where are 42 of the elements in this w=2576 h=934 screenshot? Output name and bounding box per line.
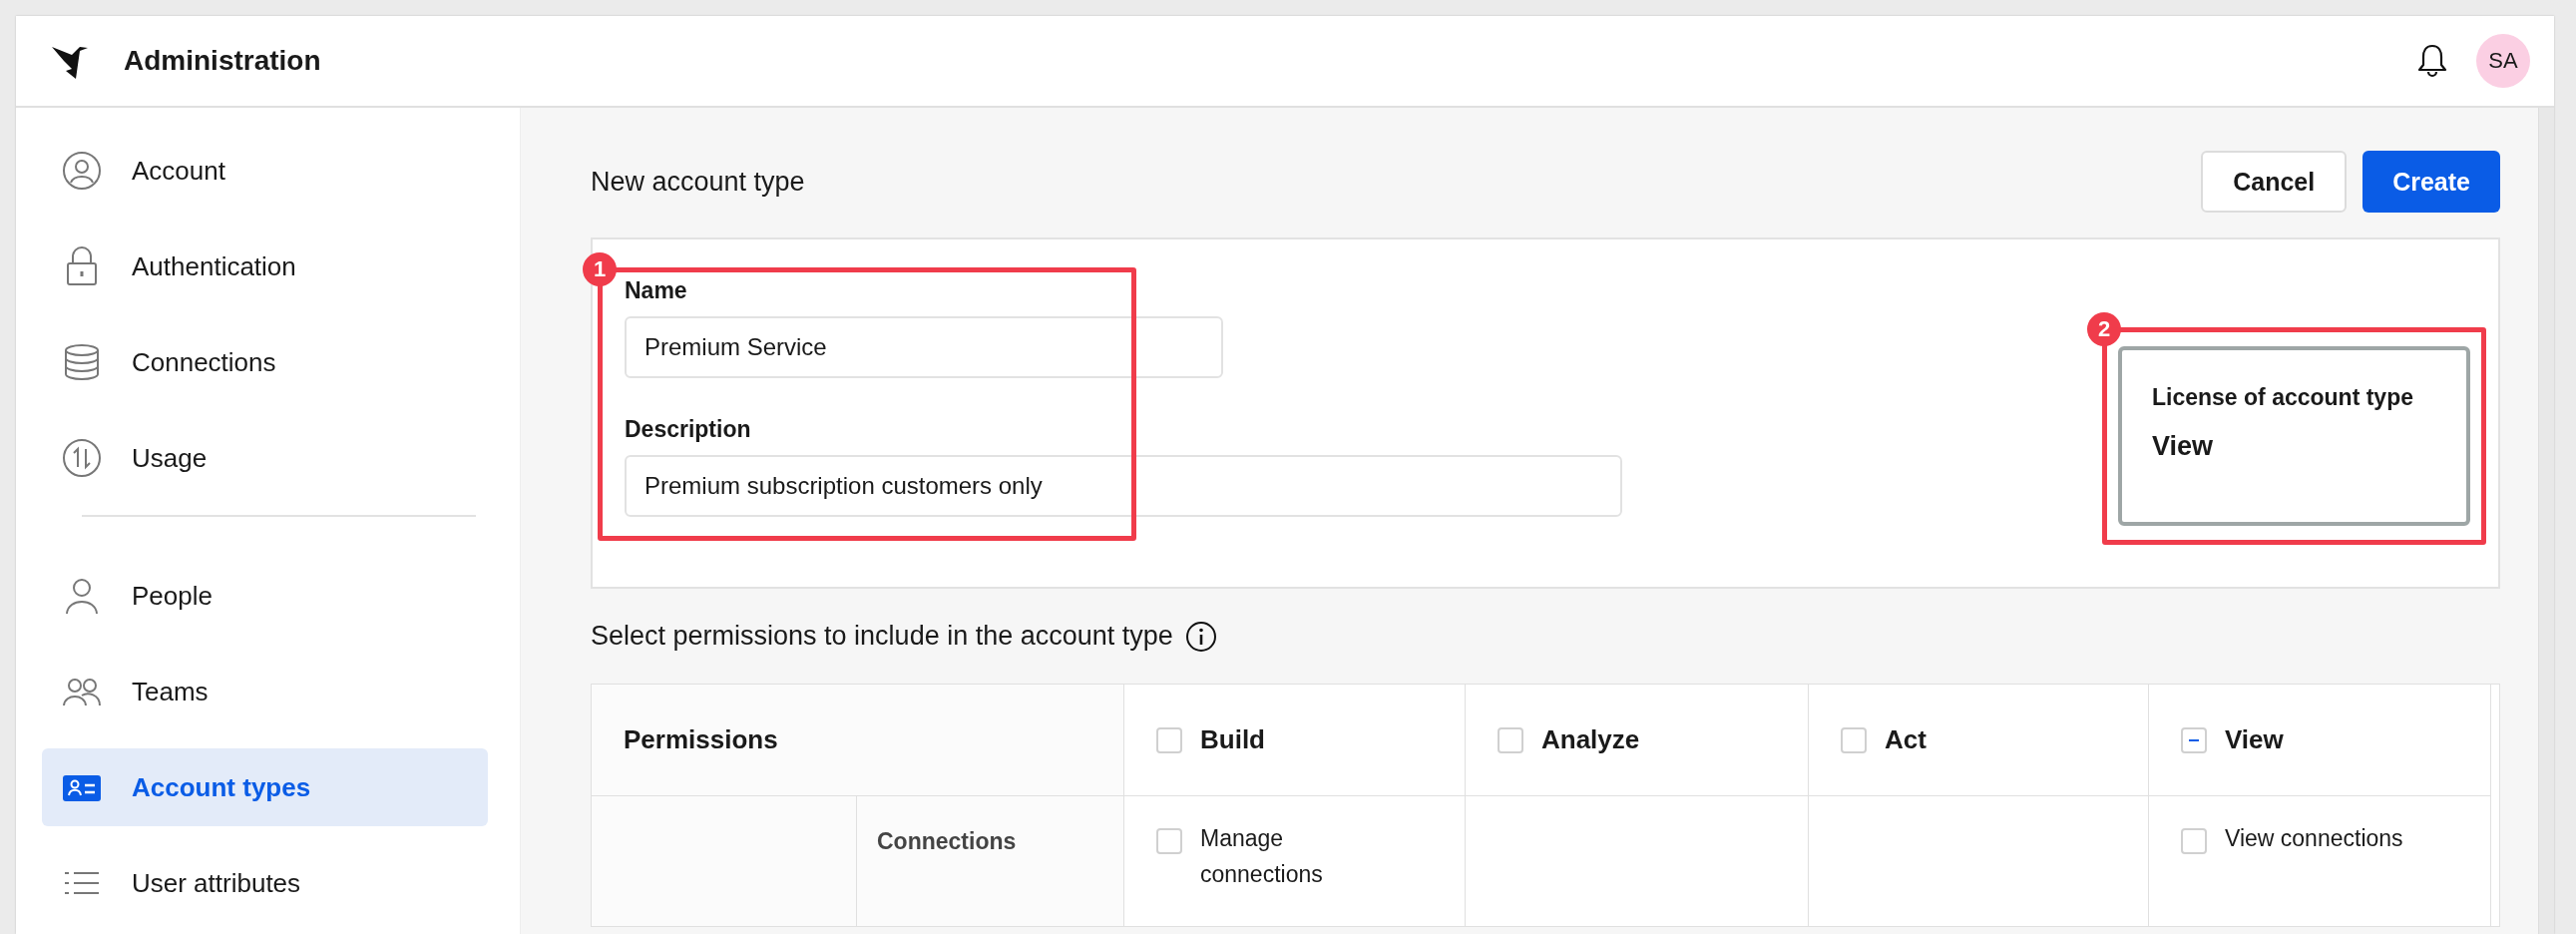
sidebar-item[interactable]: Account types (42, 748, 488, 826)
checkbox[interactable] (1156, 726, 1182, 753)
annotation-number: 1 (583, 252, 617, 286)
column-header: Act (1885, 724, 1927, 755)
sidebar-item[interactable]: People (42, 557, 488, 635)
permission-label: View connections (2225, 824, 2404, 853)
database-icon (62, 342, 102, 382)
notification-bell-icon[interactable] (2416, 43, 2448, 79)
sidebar-item[interactable]: Account (42, 132, 488, 210)
permission-label: Manage connections (1200, 824, 1324, 889)
sidebar-item[interactable]: Teams (42, 653, 488, 730)
input-field[interactable]: Premium subscription customers only (625, 455, 1622, 517)
checkbox[interactable] (2181, 726, 2207, 753)
input-field[interactable]: Premium Service (625, 316, 1223, 378)
scrollbar[interactable] (2538, 108, 2554, 934)
create-button[interactable]: Create (2362, 151, 2500, 213)
table-cell: Connections (857, 796, 1123, 926)
sidebar-item[interactable]: Connections (42, 323, 488, 401)
user-avatar[interactable]: SA (2476, 34, 2530, 88)
sidebar-item[interactable]: Usage (42, 419, 488, 497)
section-title: Select permissions to include in the account type (591, 621, 1173, 652)
page-title: New account type (591, 166, 805, 198)
column-header: Build (1200, 724, 1265, 755)
checkbox[interactable] (1498, 726, 1523, 753)
license-label: License of account type (2152, 384, 2414, 411)
checkbox[interactable] (1156, 828, 1182, 854)
column-header: Permissions (592, 685, 1124, 796)
arrows-circle-icon (62, 438, 102, 478)
field-label: Name (625, 277, 688, 304)
checkbox[interactable] (1841, 726, 1867, 753)
column-header: View (2225, 724, 2284, 755)
info-icon[interactable] (1184, 620, 1217, 653)
person-circle-icon (62, 151, 102, 191)
field-label: Description (625, 416, 752, 443)
license-value: View (2152, 431, 2215, 462)
column-header: Analyze (1541, 724, 1640, 755)
cancel-button[interactable]: Cancel (2201, 151, 2348, 213)
sidebar-item[interactable]: Authentication (42, 228, 488, 305)
sidebar-item[interactable]: User attributes (42, 844, 488, 922)
annotation-number: 2 (2087, 312, 2121, 346)
app-title: Administration (124, 45, 321, 77)
checkbox[interactable] (2181, 828, 2207, 854)
